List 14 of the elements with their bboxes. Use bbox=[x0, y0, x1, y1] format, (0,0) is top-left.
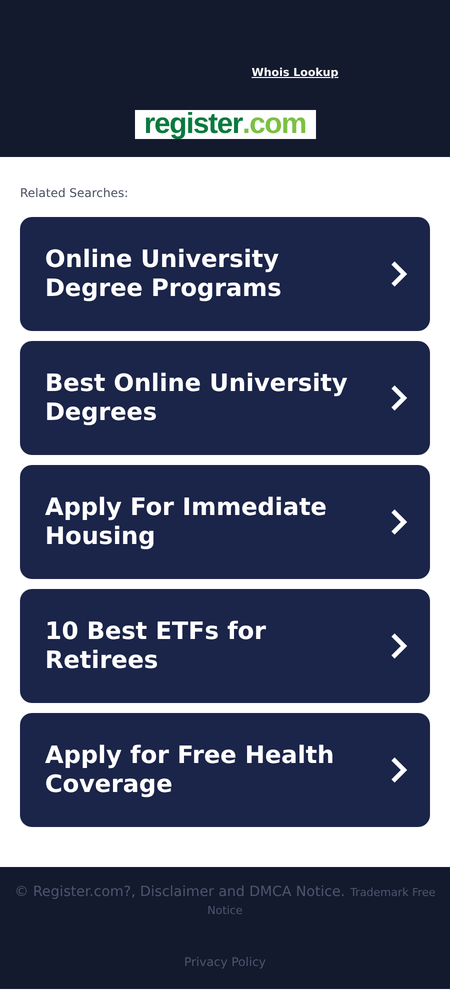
related-search-link[interactable]: Apply For Immediate Housing bbox=[20, 465, 430, 579]
related-search-link[interactable]: Online University Degree Programs bbox=[20, 217, 430, 331]
related-search-link[interactable]: 10 Best ETFs for Retirees bbox=[20, 589, 430, 703]
related-search-link[interactable]: Apply for Free Health Coverage bbox=[20, 713, 430, 827]
chevron-right-icon bbox=[390, 384, 408, 412]
related-searches-title: Related Searches: bbox=[20, 186, 130, 200]
whois-lookup-link[interactable]: Whois Lookup bbox=[252, 66, 338, 79]
logo: register.com bbox=[134, 110, 316, 139]
chevron-right-icon bbox=[390, 756, 408, 784]
chevron-right-icon bbox=[390, 260, 408, 288]
chevron-right-icon bbox=[390, 508, 408, 536]
copyright-notice: © Register.com?, Disclaimer and DMCA Notice. Trademark Free Notice bbox=[14, 883, 436, 919]
chevron-right-icon bbox=[390, 632, 408, 660]
related-search-link[interactable]: Best Online University Degrees bbox=[20, 341, 430, 455]
